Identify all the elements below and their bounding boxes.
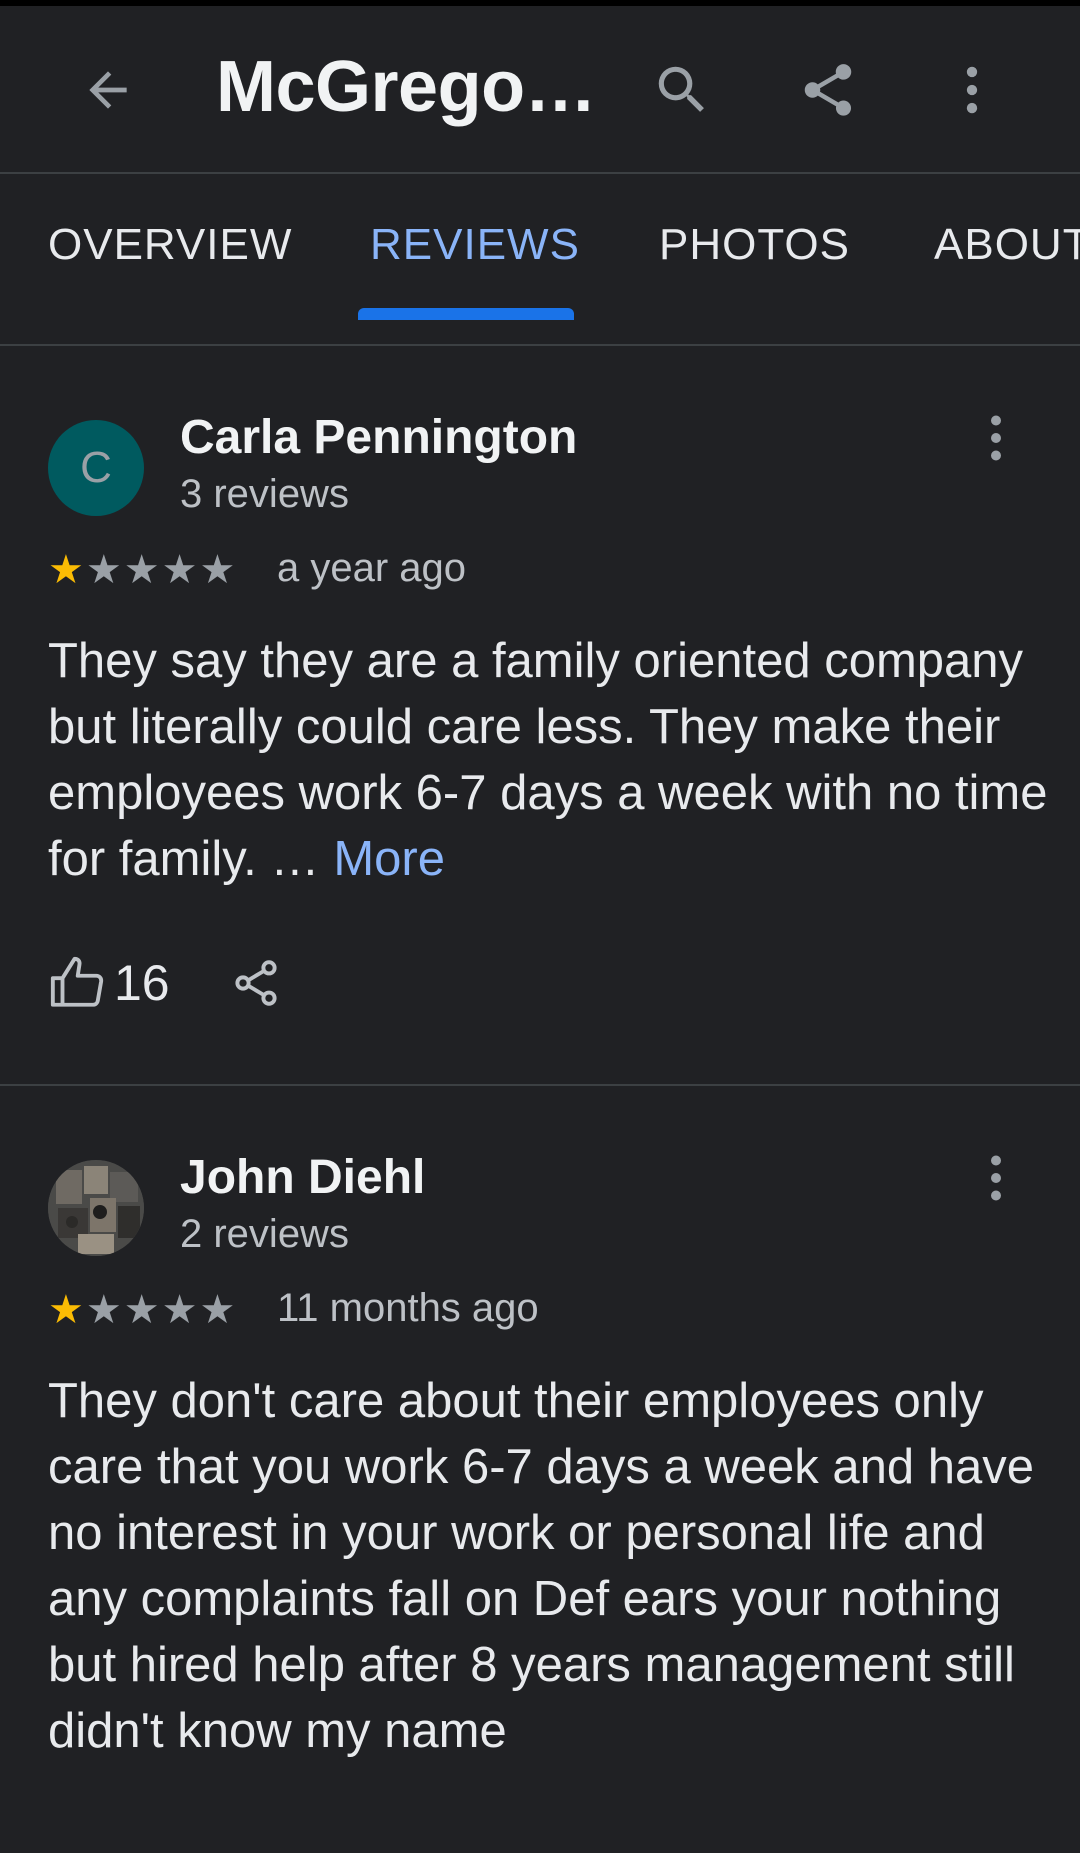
review-share-button[interactable] [230, 957, 282, 1009]
star-empty-icon: ★ [199, 548, 236, 592]
review-more-options-button[interactable] [966, 398, 1026, 478]
avatar-letter: C [80, 443, 112, 492]
avatar[interactable] [48, 1160, 144, 1256]
star-empty-icon: ★ [85, 1288, 122, 1332]
star-empty-icon: ★ [161, 1288, 198, 1332]
avatar-photo [48, 1160, 144, 1256]
review-time: 11 months ago [277, 1286, 539, 1330]
reviewer-name[interactable]: John Diehl [180, 1150, 425, 1205]
appbar-divider [0, 172, 1080, 174]
tab-photos[interactable]: PHOTOS [659, 220, 850, 270]
star-empty-icon: ★ [123, 548, 160, 592]
app-bar: McGrego… [0, 6, 1080, 174]
tab-about[interactable]: ABOUT [934, 220, 1080, 270]
star-filled-icon: ★ [48, 548, 84, 592]
review-card: John Diehl 2 reviews ★ ★ ★ ★ ★ 11 months… [0, 1086, 1080, 1853]
page-title: McGrego… [216, 47, 597, 127]
share-button[interactable] [780, 42, 876, 138]
tab-bar: OVERVIEW REVIEWS PHOTOS ABOUT [0, 176, 1080, 344]
search-icon [658, 66, 704, 112]
review-text: They don't care about their employees on… [48, 1374, 1035, 1758]
star-rating: ★ ★ ★ ★ ★ [48, 550, 235, 590]
review-more-options-button[interactable] [966, 1138, 1026, 1218]
reviewer-review-count: 2 reviews [180, 1212, 349, 1256]
more-vert-icon [991, 415, 1001, 461]
review-card: C Carla Pennington 3 reviews ★ ★ ★ ★ ★ a… [0, 346, 1080, 1084]
tab-indicator [358, 308, 574, 320]
more-vert-icon [991, 1155, 1001, 1201]
share-icon [804, 64, 852, 116]
like-count: 16 [114, 955, 170, 1011]
reviewer-name[interactable]: Carla Pennington [180, 410, 577, 465]
back-button[interactable] [60, 42, 156, 138]
more-vert-icon [966, 66, 978, 114]
review-actions: 16 [48, 954, 282, 1012]
arrow-left-icon [89, 71, 127, 109]
tab-reviews[interactable]: REVIEWS [370, 220, 580, 270]
review-body: They say they are a family oriented comp… [48, 634, 1048, 886]
star-empty-icon: ★ [85, 548, 122, 592]
more-link[interactable]: More [333, 832, 445, 886]
search-button[interactable] [634, 42, 730, 138]
thumb-up-icon [50, 956, 104, 1007]
star-empty-icon: ★ [161, 548, 198, 592]
review-text: They say they are a family oriented comp… [48, 628, 1048, 892]
star-empty-icon: ★ [123, 1288, 160, 1332]
star-filled-icon: ★ [48, 1288, 84, 1332]
more-options-button[interactable] [924, 42, 1020, 138]
star-rating: ★ ★ ★ ★ ★ [48, 1290, 235, 1330]
star-empty-icon: ★ [199, 1288, 236, 1332]
share-icon [235, 960, 277, 1006]
review-time: a year ago [277, 546, 467, 590]
tab-overview[interactable]: OVERVIEW [48, 220, 292, 270]
reviewer-review-count: 3 reviews [180, 472, 349, 516]
avatar[interactable]: C [48, 420, 144, 516]
like-button[interactable]: 16 [48, 954, 170, 1012]
